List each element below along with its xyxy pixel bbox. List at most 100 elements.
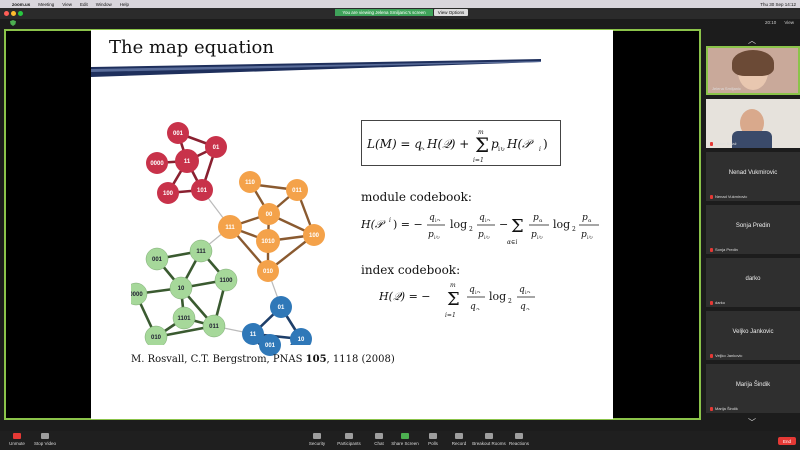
svg-text:α: α [588, 218, 592, 224]
video-tile-darko[interactable]: darko darko [706, 258, 800, 307]
end-meeting-button[interactable]: End [778, 437, 796, 445]
participant-label: Nenad Vukmirovic [710, 194, 747, 199]
menu-view[interactable]: View [62, 2, 72, 7]
graph-node: 0000 [146, 152, 168, 174]
participant-name: Veljko Jankovic [732, 329, 774, 335]
maximize-window-icon[interactable] [18, 11, 23, 16]
menu-window[interactable]: Window [96, 2, 112, 7]
end-label: End [782, 438, 791, 444]
graph-node: 1010 [256, 229, 280, 253]
view-options-button[interactable]: View Options [434, 9, 468, 16]
menubar-clock[interactable]: Thu 30 Sep 14:12 [760, 2, 796, 7]
svg-text:log: log [489, 290, 506, 303]
svg-text:001: 001 [173, 131, 184, 137]
video-tile-jelena[interactable]: Jelena Smiljanic [706, 46, 800, 95]
video-tile-veljko[interactable]: Veljko Jankovic Veljko Jankovic [706, 311, 800, 360]
svg-text:i=1: i=1 [445, 312, 456, 319]
participants-button[interactable]: Participants [332, 433, 366, 446]
chevron-up-icon[interactable]: ︿ [748, 35, 756, 46]
share-screen-icon [401, 433, 409, 439]
muted-mic-icon [710, 353, 713, 358]
breakout-rooms-icon [485, 433, 493, 439]
participant-label-text: Jelena Smiljanic [712, 86, 741, 91]
svg-text:H(𝒫: H(𝒫 [506, 137, 534, 151]
reactions-button[interactable]: Reactions [504, 433, 534, 446]
graph-node: 010 [257, 260, 279, 282]
svg-text:111: 111 [225, 225, 235, 231]
svg-text:i↷: i↷ [485, 218, 491, 224]
svg-text:i: i [539, 146, 541, 153]
reactions-label: Reactions [508, 441, 529, 446]
participants-icon [345, 433, 353, 439]
citation-authors: M. Rosvall, C.T. Bergstrom, PNAS [131, 354, 306, 365]
network-graph: 001 01 11 0000 100 101 110 011 00 1010 1… [131, 122, 325, 345]
graph-node: 100 [157, 182, 179, 204]
graph-node: 01 [205, 136, 227, 158]
svg-text:010: 010 [151, 335, 162, 341]
svg-text:1101: 1101 [177, 316, 191, 322]
svg-text:α: α [539, 218, 543, 224]
svg-text:) = −: ) = − [393, 218, 423, 231]
menu-meeting[interactable]: Meeting [38, 2, 54, 7]
svg-text:0000: 0000 [131, 292, 143, 298]
muted-mic-icon [710, 406, 713, 411]
participant-label: Sonja Predin [710, 247, 738, 252]
svg-text:m: m [450, 282, 456, 289]
menu-app[interactable]: zoom.us [12, 2, 30, 7]
svg-text:11: 11 [184, 159, 191, 165]
participant-name: darko [745, 276, 761, 282]
unmute-label: Unmute [9, 441, 25, 446]
svg-text:α∈i: α∈i [507, 239, 517, 246]
svg-text:1010: 1010 [261, 239, 275, 245]
graph-node: 110 [239, 171, 261, 193]
video-camera-icon [41, 433, 49, 439]
minimize-window-icon[interactable] [11, 11, 16, 16]
video-tile-marija[interactable]: Marija Šindik Marija Šindik [706, 364, 800, 413]
video-tile-antun[interactable]: Antun Balaž [706, 99, 800, 148]
svg-text:00: 00 [266, 212, 273, 218]
svg-text:10: 10 [178, 286, 185, 292]
close-window-icon[interactable] [4, 11, 9, 16]
meeting-topbar [0, 19, 800, 28]
svg-text:10: 10 [298, 337, 305, 343]
unmute-button[interactable]: Unmute [2, 433, 32, 446]
record-button[interactable]: Record [444, 433, 474, 446]
participant-label-text: Nenad Vukmirovic [715, 194, 748, 199]
meeting-timer: 20:10 [765, 20, 777, 25]
polls-icon [429, 433, 437, 439]
svg-text:log: log [553, 218, 570, 231]
participant-name: Nenad Vukmirovic [728, 170, 778, 176]
svg-text:i↷: i↷ [475, 290, 481, 296]
stop-video-button[interactable]: Stop Video [30, 433, 60, 446]
svg-text:i↻: i↻ [484, 235, 490, 241]
svg-text:Σ: Σ [511, 216, 524, 237]
participant-label: Antun Balaž [710, 141, 737, 146]
video-tile-sonja[interactable]: Sonja Predin Sonja Predin [706, 205, 800, 254]
svg-text:i↻: i↻ [498, 146, 505, 153]
view-menu-button[interactable]: View [784, 20, 794, 25]
chevron-down-icon[interactable]: ﹀ [748, 417, 756, 428]
svg-text:i↻: i↻ [434, 235, 440, 241]
svg-text:2: 2 [508, 298, 512, 305]
muted-mic-icon [710, 300, 713, 305]
module-codebook-label: module codebook: [361, 190, 472, 204]
share-screen-button[interactable]: Share Screen [390, 433, 420, 446]
security-button[interactable]: Security [302, 433, 332, 446]
index-codebook-formula: H(𝒬) = − Σ m i=1 q i↷ q ↷ log 2 q i↷ q ↷ [379, 282, 535, 319]
svg-text:↷: ↷ [420, 146, 425, 153]
participant-shirt [732, 131, 772, 148]
menu-help[interactable]: Help [120, 2, 129, 7]
breakout-rooms-button[interactable]: Breakout Rooms [472, 433, 506, 446]
graph-node: 011 [202, 314, 226, 338]
video-tile-nenad[interactable]: Nenad Vukmirovic Nenad Vukmirovic [706, 152, 800, 201]
participant-label-text: Marija Šindik [715, 406, 738, 411]
svg-text:011: 011 [209, 324, 219, 330]
muted-mic-icon [13, 433, 21, 439]
share-screen-label: Share Screen [391, 441, 419, 446]
svg-text:01: 01 [278, 305, 285, 311]
menu-edit[interactable]: Edit [80, 2, 88, 7]
record-label: Record [451, 441, 467, 446]
muted-mic-icon [710, 194, 713, 199]
svg-text:001: 001 [265, 343, 276, 349]
reactions-icon [515, 433, 523, 439]
